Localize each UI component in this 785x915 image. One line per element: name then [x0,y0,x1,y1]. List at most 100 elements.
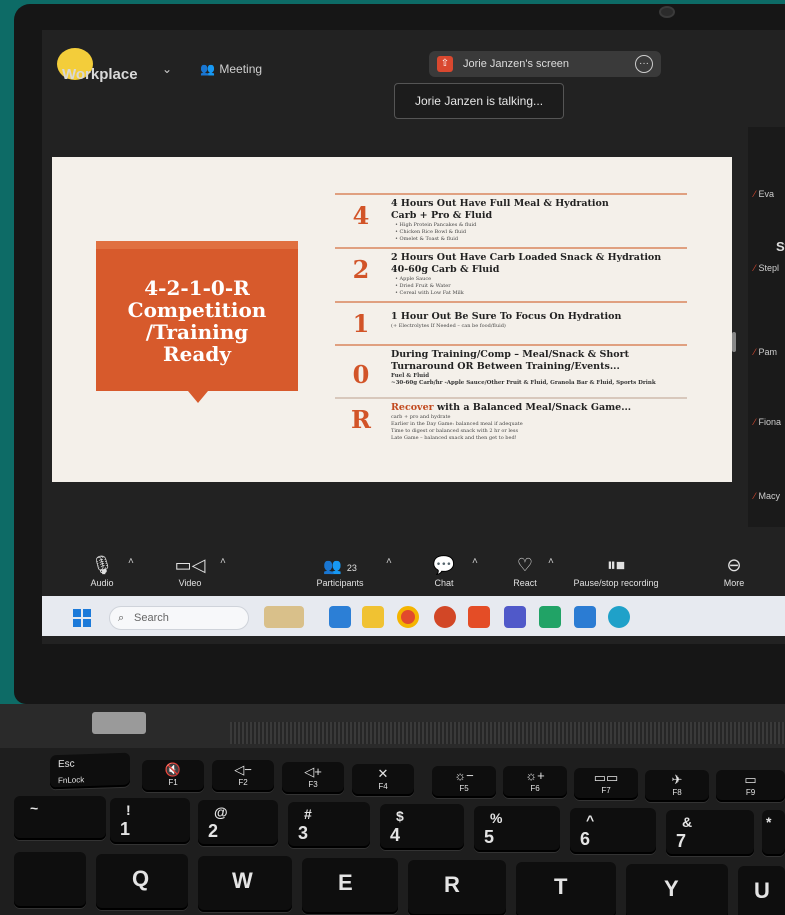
callout-tail [188,391,208,403]
slide-row: R Recover with a Balanced Meal/Snack Gam… [335,397,687,446]
teams-icon[interactable] [504,606,526,628]
participants-count: 23 [346,563,357,573]
more-options-icon[interactable]: ··· [635,55,653,73]
key-3[interactable]: # 3 [288,802,370,848]
participants-icon: 👥 [323,558,342,575]
panel-resize-handle[interactable] [732,332,736,352]
key-8[interactable]: * [762,810,785,856]
meeting-label: Meeting [219,62,263,76]
row-item: Time to digest or balanced snack with 2 … [391,428,519,434]
row-item: Earlier in the Day Game: balanced meal i… [391,421,523,427]
pause-stop-icon: ⏸⏹ [607,555,625,575]
key-f6[interactable]: ☼+ F6 [503,766,567,798]
file-explorer-icon[interactable] [362,606,384,628]
video-options-caret[interactable]: ˄ [220,556,226,567]
edge-icon[interactable] [608,606,630,628]
key-u[interactable]: U [738,866,785,915]
chat-icon: 💬 [432,555,456,575]
row-heading: 4 Hours Out Have Full Meal & Hydration [391,198,609,209]
speaker-banner: Jorie Janzen is talking... [394,83,564,119]
participant-tile[interactable]: ⁄ Stepl [754,263,779,273]
screen-share-indicator[interactable]: ⇧ Jorie Janzen's screen ··· [429,51,661,77]
row-heading: 40-60g Carb & Fluid [391,264,500,275]
key-6[interactable]: ^ 6 [570,808,656,854]
muted-mic-icon: ⁄ [754,189,756,199]
top-bar: Workplace ⌄ 👥 Meeting ⇧ Jorie Janzen's s… [42,30,785,90]
row-item: (+ Electrolytes If Needed – can be food/… [391,323,506,329]
key-7[interactable]: & 7 [666,810,754,856]
laptop-screen-bezel: Workplace ⌄ 👥 Meeting ⇧ Jorie Janzen's s… [14,4,785,704]
participant-tile[interactable]: ⁄ Eva [754,189,774,199]
key-q[interactable]: Q [96,854,188,910]
chrome-icon[interactable] [397,606,419,628]
row-heading: 2 Hours Out Have Carb Loaded Snack & Hyd… [391,252,662,263]
key-tab[interactable] [14,852,86,908]
participant-tile[interactable]: ⁄ Fiona [754,417,781,427]
meeting-window: Workplace ⌄ 👥 Meeting ⇧ Jorie Janzen's s… [42,30,785,644]
key-f1[interactable]: 🔇 F1 [142,760,204,792]
speaker-grille [230,722,785,744]
search-icon: ⌕ [118,612,125,624]
key-f2[interactable]: ◁− F2 [212,760,274,792]
key-1[interactable]: ! 1 [110,798,190,844]
row-item: Late Game – balanced snack and then get … [391,435,517,441]
key-w[interactable]: W [198,856,292,912]
chat-options-caret[interactable]: ˄ [472,556,478,567]
workplace-app-icon[interactable] [468,606,490,628]
key-5[interactable]: % 5 [474,806,560,852]
row-subheading: Fuel & Fluid [391,373,430,379]
key-f4[interactable]: ✕ F4 [352,764,414,796]
key-y[interactable]: Y [626,864,728,915]
key-f8[interactable]: ✈ F8 [645,770,709,802]
chat-button[interactable]: 💬 Chat [426,552,462,588]
row-number: 0 [352,360,370,389]
participant-tile[interactable]: ⁄ Macy [754,491,780,501]
row-item: • High Protein Pancakes & fluid [395,222,477,228]
audio-button[interactable]: 🎙 Audio [84,552,120,588]
row-heading: Turnaround OR Between Training/Events... [391,361,620,372]
hinge-notch [92,712,146,734]
row-number: R [351,405,371,434]
slide-row: 1 1 Hour Out Be Sure To Focus On Hydrati… [335,301,687,344]
key-f3[interactable]: ◁+ F3 [282,762,344,794]
more-button[interactable]: ⊖ More [714,552,754,588]
row-number: 4 [352,201,370,230]
excel-icon[interactable] [539,606,561,628]
participants-button[interactable]: 👥 23 Participants [308,552,372,588]
muted-mic-icon: ⁄ [754,491,756,501]
react-options-caret[interactable]: ˄ [548,556,554,567]
key-esc[interactable]: Esc FnLock [50,752,130,790]
row-number: 1 [352,309,370,338]
row-item: • Apple Sauce [395,276,432,282]
row-item: • Cereal with Low Fat Milk [395,290,464,296]
participants-options-caret[interactable]: ˄ [386,556,392,567]
row-item: • Chicken Rice Bowl & fluid [395,229,467,235]
react-button[interactable]: ♡ React [506,552,544,588]
key-4[interactable]: $ 4 [380,804,464,850]
key-f9[interactable]: ▭ F9 [716,770,785,802]
app-brand[interactable]: Workplace [62,66,138,83]
windows-start-icon[interactable] [73,609,91,627]
key-tilde[interactable]: ~ [14,796,106,840]
taskbar-search[interactable]: ⌕ Search [109,606,249,630]
key-t[interactable]: T [516,862,616,915]
participant-tile[interactable]: ⁄ Pam [754,347,777,357]
laptop-hinge [0,704,785,748]
callout-line: Competition [127,298,267,322]
powerpoint-icon[interactable] [434,606,456,628]
outlook-icon[interactable] [329,606,351,628]
chevron-down-icon[interactable]: ⌄ [162,62,172,76]
key-e[interactable]: E [302,858,398,914]
participants-panel: ⁄Eva Ste ⁄Stepl ⁄Pam ⁄Fiona ⁄Macy [748,127,785,527]
recording-button[interactable]: ⏸⏹ Pause/stop recording [570,552,662,588]
key-f5[interactable]: ☼− F5 [432,766,496,798]
video-button[interactable]: ▭◁ Video [170,552,210,588]
key-2[interactable]: @ 2 [198,800,278,846]
word-icon[interactable] [574,606,596,628]
meeting-menu[interactable]: 👥 Meeting [200,62,262,76]
key-f7[interactable]: ▭▭ F7 [574,768,638,800]
audio-options-caret[interactable]: ˄ [128,556,134,567]
slide-callout: 4-2-1-0-R Competition /Training Ready [96,241,298,391]
widgets-icon[interactable] [264,606,304,628]
key-r[interactable]: R [408,860,506,915]
